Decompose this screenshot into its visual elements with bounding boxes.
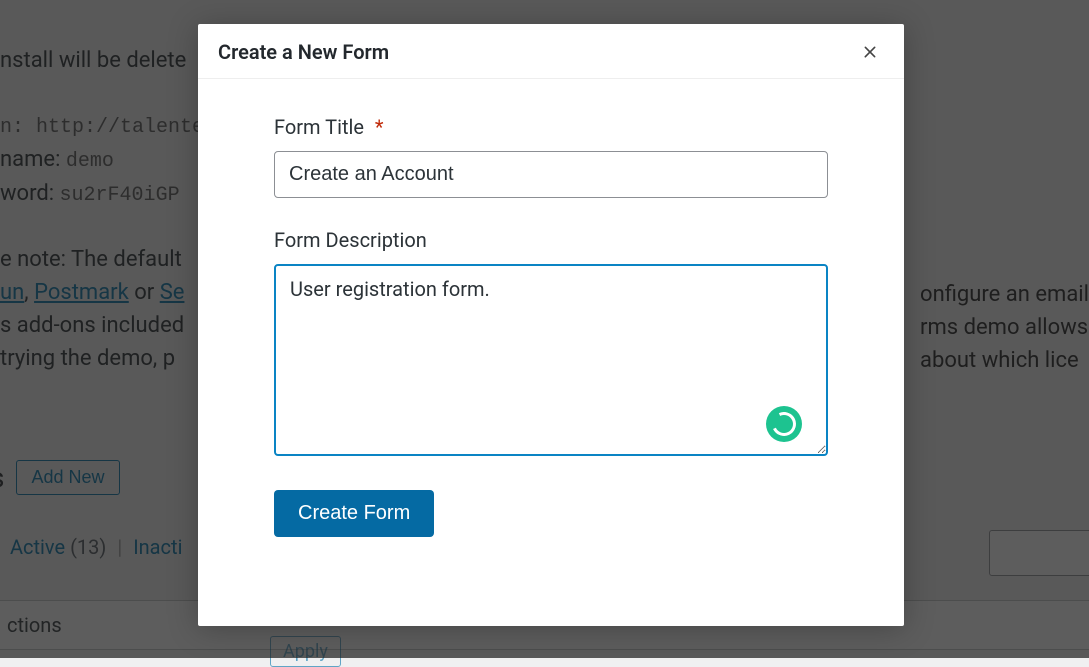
required-asterisk: * xyxy=(375,115,384,139)
create-form-modal: Create a New Form Form Title * Form Desc… xyxy=(198,24,904,626)
form-title-input[interactable] xyxy=(274,151,828,198)
form-description-input[interactable] xyxy=(274,264,828,456)
form-title-group: Form Title * xyxy=(274,115,828,198)
modal-header: Create a New Form xyxy=(198,24,904,79)
modal-title: Create a New Form xyxy=(218,40,389,64)
form-description-group: Form Description xyxy=(274,228,828,460)
close-icon[interactable] xyxy=(856,38,884,66)
form-description-label: Form Description xyxy=(274,228,828,252)
grammarly-icon[interactable] xyxy=(766,406,802,442)
modal-body: Form Title * Form Description Create For… xyxy=(198,79,904,567)
form-title-label: Form Title * xyxy=(274,115,828,139)
create-form-button[interactable]: Create Form xyxy=(274,490,434,537)
